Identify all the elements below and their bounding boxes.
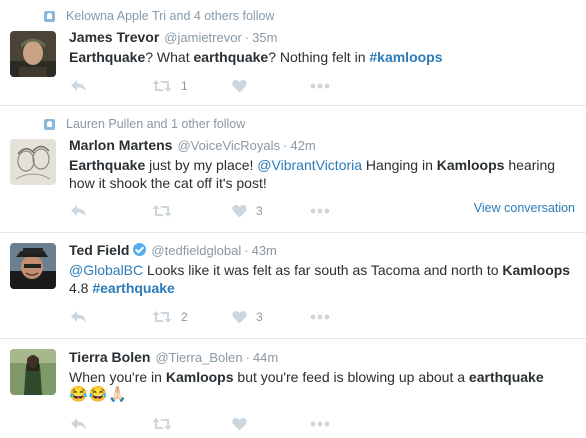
username[interactable]: @jamietrevor [164,30,242,45]
tweet-header: Ted Field @tedfieldglobal · 43m [69,242,277,258]
reply-icon [70,310,88,324]
tweet-text-segment: just by my place! [145,157,258,173]
reply-icon [70,417,88,431]
heart-icon [232,79,247,93]
highlighted-keyword: earthquake [193,49,269,65]
retweet-icon [152,310,172,324]
like-count: 3 [256,204,263,218]
more-button[interactable] [310,308,330,326]
heart-icon [232,204,247,218]
reply-icon [70,79,88,93]
tweet-text-segment: 4.8 [69,280,93,296]
heart-icon [232,417,247,431]
view-conversation-link[interactable]: View conversation [474,201,575,215]
retweet-icon [152,79,172,93]
social-context-label: Kelowna Apple Tri and 4 others follow [66,9,275,23]
tweet-text-segment: Hanging in [362,157,437,173]
tweet-text-segment: but you're feed is blowing up about a [233,369,469,385]
like-button[interactable]: 3 [232,202,263,220]
tweet-text-segment: ? What [145,49,194,65]
tweet-emoji: 😂😂🙏🏻 [69,386,129,403]
timestamp[interactable]: 42m [290,138,315,153]
highlighted-keyword: Earthquake [69,49,146,65]
timestamp[interactable]: 44m [253,350,278,365]
tweet[interactable]: Lauren Pullen and 1 other follow Marlon … [0,106,586,233]
hashtag-link[interactable]: #kamloops [369,49,442,65]
social-context: Kelowna Apple Tri and 4 others follow [44,8,274,24]
display-name[interactable]: Ted Field [69,242,129,258]
separator: · [283,138,288,153]
tweet[interactable]: Ted Field @tedfieldglobal · 43m @GlobalB… [0,233,586,339]
retweet-icon [152,417,172,431]
display-name[interactable]: Marlon Martens [69,137,172,153]
like-button[interactable] [232,415,256,433]
tweet-text-segment: ? Nothing felt in [268,49,370,65]
highlighted-keyword: Kamloops [165,369,234,385]
like-button[interactable]: 3 [232,308,263,326]
verified-badge-icon [133,243,147,256]
mention-link[interactable]: @GlobalBC [69,262,143,278]
highlighted-keyword: Kamloops [502,262,571,278]
retweet-button[interactable] [152,202,181,220]
avatar[interactable] [10,349,56,395]
display-name[interactable]: Tierra Bolen [69,349,150,365]
retweet-button[interactable] [152,415,181,433]
hashtag-link[interactable]: #earthquake [92,280,174,296]
tweet-text: Earthquake? What earthquake? Nothing fel… [69,48,574,66]
social-context: Lauren Pullen and 1 other follow [44,116,245,132]
more-icon [310,83,330,89]
follow-context-icon [44,118,55,130]
tweet-text-segment: Looks like it was felt as far south as T… [143,262,503,278]
avatar[interactable] [10,243,56,289]
mention-link[interactable]: @VibrantVictoria [257,157,362,173]
reply-button[interactable] [70,308,88,326]
more-button[interactable] [310,77,330,95]
timestamp[interactable]: 43m [252,243,277,258]
separator: · [244,243,249,258]
username[interactable]: @tedfieldglobal [151,243,241,258]
more-icon [310,421,330,427]
retweet-button[interactable]: 2 [152,308,188,326]
highlighted-keyword: earthquake [468,369,544,385]
more-button[interactable] [310,415,330,433]
reply-button[interactable] [70,77,88,95]
reply-icon [70,204,88,218]
separator: · [244,30,250,45]
highlighted-keyword: Kamloops [436,157,505,173]
retweet-count: 1 [181,79,188,93]
like-count: 3 [256,310,263,324]
highlighted-keyword: Earthquake [69,157,146,173]
tweet[interactable]: Kelowna Apple Tri and 4 others follow Ja… [0,0,586,106]
reply-button[interactable] [70,415,88,433]
more-icon [310,314,330,320]
separator: · [245,350,250,365]
reply-button[interactable] [70,202,88,220]
tweet-header: James Trevor @jamietrevor · 35m [69,29,277,45]
username[interactable]: @Tierra_Bolen [155,350,242,365]
retweet-button[interactable]: 1 [152,77,188,95]
like-button[interactable] [232,77,256,95]
retweet-count: 2 [181,310,188,324]
tweet-header: Tierra Bolen @Tierra_Bolen · 44m [69,349,278,365]
timestamp[interactable]: 35m [252,30,277,45]
retweet-icon [152,204,172,218]
display-name[interactable]: James Trevor [69,29,159,45]
avatar[interactable] [10,139,56,185]
tweet-text: Earthquake just by my place! @VibrantVic… [69,156,574,192]
more-icon [310,208,330,214]
more-button[interactable] [310,202,330,220]
avatar[interactable] [10,31,56,77]
tweet-text-segment: When you're in [69,369,166,385]
tweet[interactable]: Tierra Bolen @Tierra_Bolen · 44m When yo… [0,339,586,438]
tweet-header: Marlon Martens @VoiceVicRoyals · 42m [69,137,316,153]
heart-icon [232,310,247,324]
follow-context-icon [44,10,55,22]
tweet-text: When you're in Kamloops but you're feed … [69,368,574,386]
username[interactable]: @VoiceVicRoyals [177,138,280,153]
tweet-text: @GlobalBC Looks like it was felt as far … [69,261,574,297]
social-context-label: Lauren Pullen and 1 other follow [66,117,246,131]
